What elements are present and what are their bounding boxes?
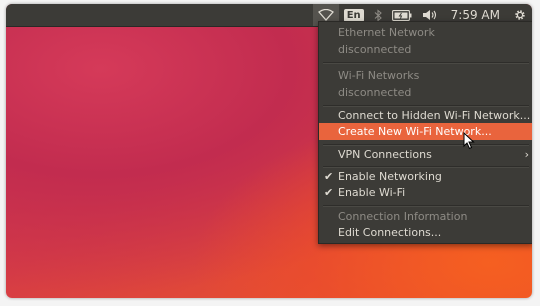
enable-wifi-item[interactable]: ✔ Enable Wi-Fi [319,184,532,201]
checkmark-icon: ✔ [324,170,334,183]
connection-information-item: Connection Information [338,210,468,223]
enable-wifi-label: Enable Wi-Fi [338,186,406,199]
mouse-pointer-icon [463,132,475,150]
edit-connections-item[interactable]: Edit Connections... [319,224,532,241]
connect-hidden-wifi-item[interactable]: Connect to Hidden Wi-Fi Network... [319,107,532,124]
enable-networking-item[interactable]: ✔ Enable Networking [319,168,532,185]
network-menu: Ethernet Network disconnected Wi-Fi Netw… [318,21,532,244]
vpn-connections-item[interactable]: VPN Connections › [319,146,532,163]
chevron-right-icon: › [524,148,529,161]
enable-networking-label: Enable Networking [338,170,442,183]
desktop: En 7:59 AM Ethernet Network disconnected… [6,4,532,298]
ethernet-status: disconnected [338,43,412,56]
create-new-wifi-item[interactable]: Create New Wi-Fi Network... [319,123,532,140]
keyboard-layout-label: En [343,8,364,22]
separator [323,205,529,207]
ethernet-network-header: Ethernet Network [338,26,435,39]
battery-icon [391,9,412,21]
gear-icon [515,10,525,20]
vpn-connections-label: VPN Connections [338,148,432,161]
volume-icon [422,10,436,20]
wifi-status: disconnected [338,86,412,99]
bluetooth-icon [374,8,382,22]
wifi-networks-header: Wi-Fi Networks [338,69,420,82]
wifi-icon [317,9,334,21]
separator [323,62,529,64]
checkmark-icon: ✔ [324,186,334,199]
